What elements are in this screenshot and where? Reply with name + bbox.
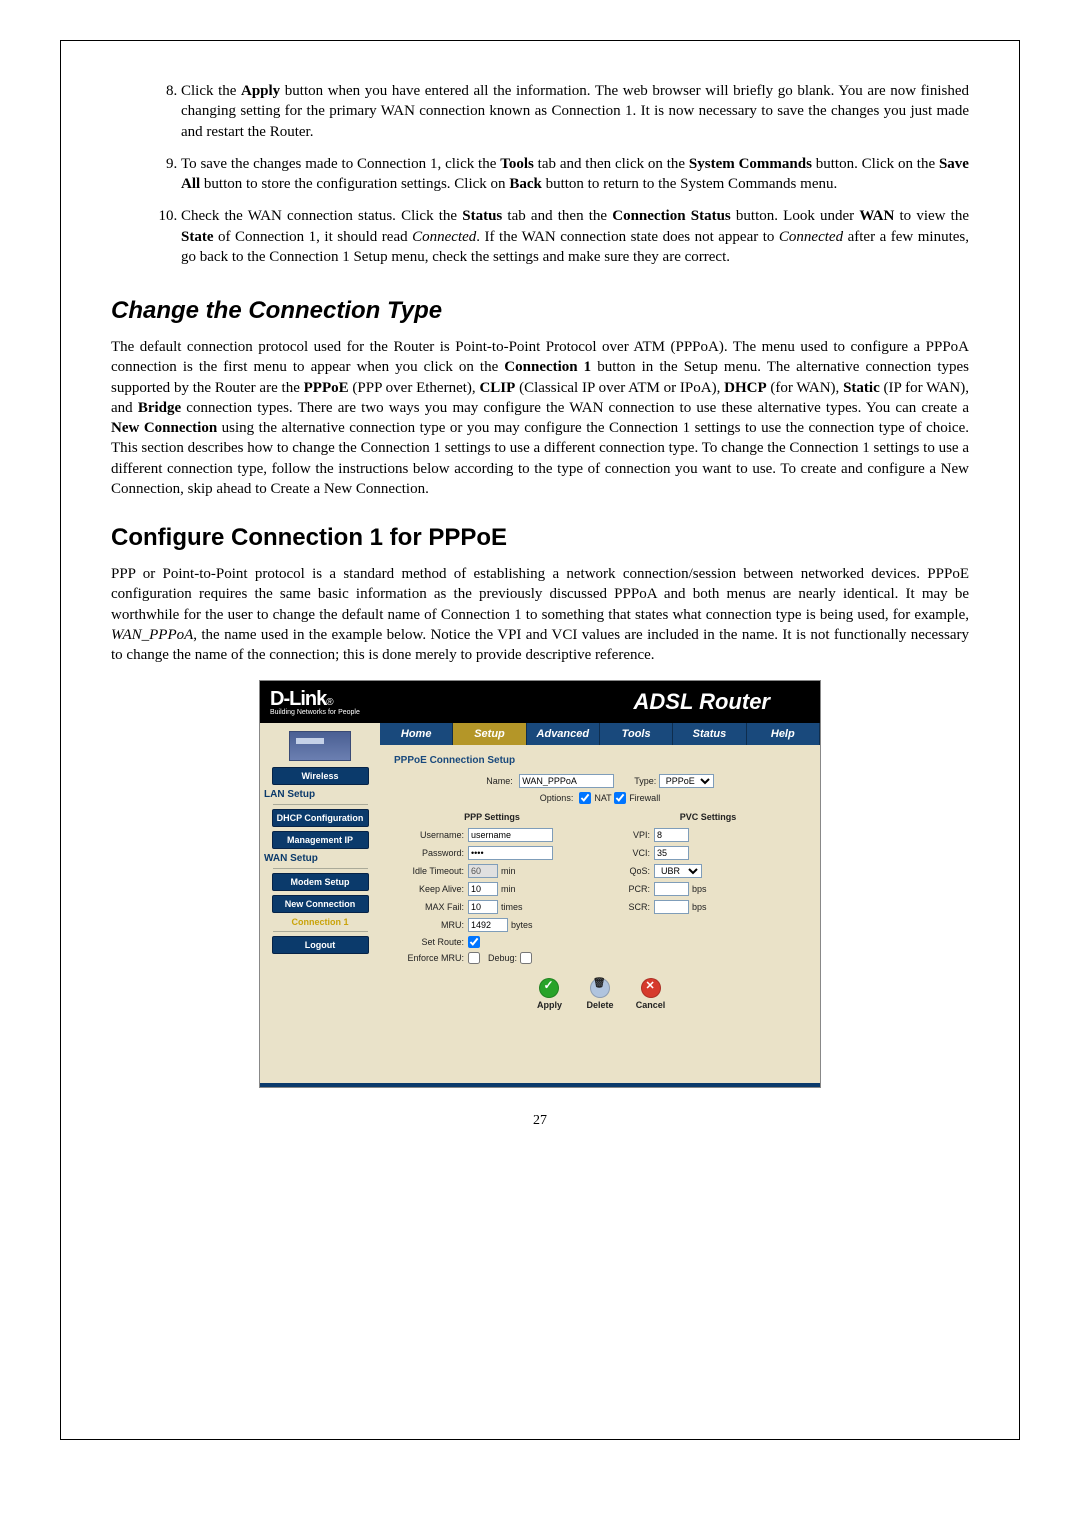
enforce-mru-label: Enforce MRU: — [394, 953, 464, 963]
max-fail-label: MAX Fail: — [394, 902, 464, 912]
keep-alive-input[interactable] — [468, 882, 498, 896]
firewall-label: Firewall — [629, 793, 660, 803]
pcr-input[interactable] — [654, 882, 689, 896]
options-label: Options: — [540, 793, 574, 803]
vci-input[interactable] — [654, 846, 689, 860]
idle-unit: min — [501, 866, 516, 876]
page-frame: Click the Apply button when you have ent… — [60, 40, 1020, 1440]
page-number: 27 — [111, 1113, 969, 1129]
tab-setup[interactable]: Setup — [453, 723, 526, 745]
set-route-checkbox[interactable] — [468, 936, 480, 948]
heading-change-connection: Change the Connection Type — [111, 297, 969, 325]
password-input[interactable] — [468, 846, 553, 860]
cancel-button[interactable]: Cancel — [633, 978, 669, 1010]
vci-label: VCI: — [610, 848, 650, 858]
username-label: Username: — [394, 830, 464, 840]
router-footer-bar — [260, 1083, 820, 1087]
tab-help[interactable]: Help — [747, 723, 820, 745]
paragraph-configure-pppoe: PPP or Point-to-Point protocol is a stan… — [111, 564, 969, 665]
type-label: Type: — [634, 776, 656, 786]
idle-timeout-label: Idle Timeout: — [394, 866, 464, 876]
dlink-logo: D-Link® Building Networks for People — [270, 688, 360, 716]
pvc-settings-heading: PVC Settings — [610, 812, 806, 822]
max-fail-input[interactable] — [468, 900, 498, 914]
vpi-input[interactable] — [654, 828, 689, 842]
tab-status[interactable]: Status — [673, 723, 746, 745]
sidebar-wireless[interactable]: Wireless — [272, 767, 369, 785]
tab-tools[interactable]: Tools — [600, 723, 673, 745]
nat-label: NAT — [594, 793, 611, 803]
instruction-item: Click the Apply button when you have ent… — [181, 81, 969, 142]
instruction-item: Check the WAN connection status. Click t… — [181, 206, 969, 267]
keep-alive-label: Keep Alive: — [394, 884, 464, 894]
sidebar-mgmt-ip[interactable]: Management IP — [272, 831, 369, 849]
sidebar-connection-1[interactable]: Connection 1 — [260, 917, 380, 927]
type-select[interactable]: PPPoE — [659, 774, 714, 788]
heading-configure-pppoe: Configure Connection 1 for PPPoE — [111, 524, 969, 552]
enforce-mru-checkbox[interactable] — [468, 952, 480, 964]
instruction-list: Click the Apply button when you have ent… — [111, 81, 969, 267]
maxfail-unit: times — [501, 902, 523, 912]
router-sidebar: Wireless LAN Setup DHCP Configuration Ma… — [260, 723, 380, 1083]
idle-timeout-input — [468, 864, 498, 878]
check-icon — [539, 978, 559, 998]
router-header: D-Link® Building Networks for People ADS… — [260, 681, 820, 723]
pcr-label: PCR: — [610, 884, 650, 894]
vpi-label: VPI: — [610, 830, 650, 840]
qos-label: QoS: — [610, 866, 650, 876]
router-title: ADSL Router — [634, 689, 771, 715]
mru-input[interactable] — [468, 918, 508, 932]
sidebar-lan-setup[interactable]: LAN Setup — [260, 789, 380, 800]
nat-checkbox[interactable] — [579, 792, 591, 804]
debug-label: Debug: — [488, 953, 517, 963]
action-row: Apply Delete Cancel — [394, 978, 806, 1010]
qos-select[interactable]: UBR — [654, 864, 702, 878]
sidebar-logout[interactable]: Logout — [272, 936, 369, 954]
sidebar-dhcp[interactable]: DHCP Configuration — [272, 809, 369, 827]
tab-home[interactable]: Home — [380, 723, 453, 745]
router-tabs: Home Setup Advanced Tools Status Help — [380, 723, 820, 745]
router-screenshot: D-Link® Building Networks for People ADS… — [259, 680, 821, 1088]
brand-text: D-Link — [270, 688, 326, 710]
apply-button[interactable]: Apply — [531, 978, 567, 1010]
mru-unit: bytes — [511, 920, 533, 930]
name-label: Name: — [486, 776, 513, 786]
router-device-icon — [289, 731, 351, 761]
scr-label: SCR: — [610, 902, 650, 912]
sidebar-wan-setup[interactable]: WAN Setup — [260, 853, 380, 864]
cross-icon — [641, 978, 661, 998]
tab-advanced[interactable]: Advanced — [527, 723, 600, 745]
ppp-settings-heading: PPP Settings — [394, 812, 590, 822]
sidebar-new-connection[interactable]: New Connection — [272, 895, 369, 913]
mru-label: MRU: — [394, 920, 464, 930]
sidebar-modem-setup[interactable]: Modem Setup — [272, 873, 369, 891]
sidebar-divider — [273, 868, 368, 869]
brand-tagline: Building Networks for People — [270, 709, 360, 716]
debug-checkbox[interactable] — [520, 952, 532, 964]
delete-button[interactable]: Delete — [582, 978, 618, 1010]
instruction-item: To save the changes made to Connection 1… — [181, 154, 969, 195]
scr-unit: bps — [692, 902, 707, 912]
set-route-label: Set Route: — [394, 937, 464, 947]
pcr-unit: bps — [692, 884, 707, 894]
name-input[interactable] — [519, 774, 614, 788]
sidebar-divider — [273, 931, 368, 932]
scr-input[interactable] — [654, 900, 689, 914]
router-main: Home Setup Advanced Tools Status Help PP… — [380, 723, 820, 1083]
password-label: Password: — [394, 848, 464, 858]
firewall-checkbox[interactable] — [614, 792, 626, 804]
username-input[interactable] — [468, 828, 553, 842]
form-section-title: PPPoE Connection Setup — [394, 755, 820, 766]
keep-unit: min — [501, 884, 516, 894]
sidebar-divider — [273, 804, 368, 805]
trash-icon — [590, 978, 610, 998]
paragraph-change-connection: The default connection protocol used for… — [111, 337, 969, 499]
